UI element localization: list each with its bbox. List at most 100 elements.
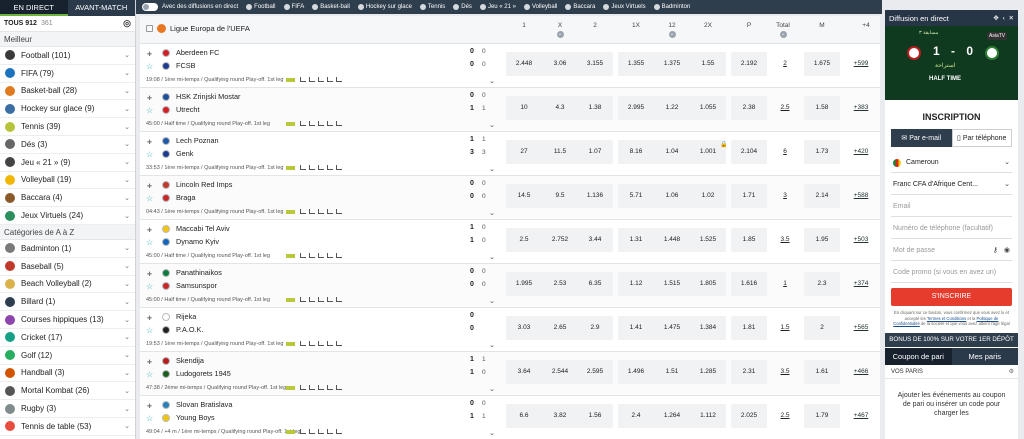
column-header[interactable]: 12 ⌄ (654, 22, 690, 38)
chart-icon[interactable] (309, 121, 315, 126)
chart-icon[interactable] (318, 165, 324, 170)
chart-icon[interactable] (300, 165, 306, 170)
chart-icon[interactable] (327, 297, 333, 302)
stats-bar-icon[interactable] (286, 210, 295, 214)
odds-button[interactable]: 1.95 (804, 228, 840, 252)
sidebar-item[interactable]: Jeux Virtuels (24) ⌄ (0, 207, 135, 225)
pin-icon[interactable]: ✚ (147, 139, 153, 146)
odds-button[interactable]: 1.07 (577, 140, 613, 164)
chart-icon[interactable] (309, 429, 315, 434)
home-team-name[interactable]: Aberdeen FC (176, 48, 219, 57)
odds-button[interactable]: 1.02 (690, 184, 726, 208)
tab-my-bets[interactable]: Mes paris (952, 348, 1019, 365)
odds-button[interactable]: 1.448 (654, 228, 690, 252)
odds-button[interactable]: 3.44 (577, 228, 613, 252)
away-team-name[interactable]: Dynamo Kyiv (176, 237, 219, 246)
stats-bar-icon[interactable] (286, 342, 295, 346)
odds-button[interactable]: 2.4 (618, 404, 654, 428)
sport-shortcut[interactable]: FIFA (283, 4, 304, 10)
odds-button[interactable]: 1.112 (690, 404, 726, 428)
chart-icon[interactable] (336, 121, 342, 126)
star-icon[interactable]: ☆ (146, 370, 153, 379)
away-team-name[interactable]: Young Boys (176, 413, 215, 422)
odds-button[interactable]: 6.6 (506, 404, 542, 428)
password-field[interactable]: Mot de passe ⚷ ◉ (891, 241, 1012, 261)
pin-icon[interactable]: ✚ (147, 403, 153, 410)
odds-button[interactable]: 2.65 (542, 316, 578, 340)
star-icon[interactable]: ☆ (146, 62, 153, 71)
odds-button[interactable]: 1.136 (577, 184, 613, 208)
register-button[interactable]: S'INSCRIRE (891, 288, 1012, 306)
sidebar-item[interactable]: Jeu « 21 » (9) ⌄ (0, 154, 135, 172)
stats-icons[interactable] (300, 121, 342, 126)
odds-button[interactable]: 2.595 (577, 360, 613, 384)
odds-button[interactable]: 1.5 (767, 316, 803, 340)
odds-button[interactable]: 1.375 (654, 52, 690, 76)
odds-button[interactable]: 2.31 (731, 360, 767, 384)
home-team-name[interactable]: HSK Zrinjski Mostar (176, 92, 240, 101)
more-markets-link[interactable]: +588 (846, 184, 876, 208)
stats-bar-icon[interactable] (286, 254, 295, 258)
away-team-name[interactable]: Samsunspor (176, 281, 217, 290)
stats-bar-icon[interactable] (286, 166, 295, 170)
pin-icon[interactable]: ✚ (147, 183, 153, 190)
star-icon[interactable]: ☆ (146, 282, 153, 291)
odds-button[interactable]: 1.73 (804, 140, 840, 164)
pin-icon[interactable]: ✚ (147, 315, 153, 322)
odds-button[interactable]: 1.675 (804, 52, 840, 76)
odds-button[interactable]: 8.16 (618, 140, 654, 164)
stats-icons[interactable] (300, 165, 342, 170)
odds-button[interactable]: 2.9 (577, 316, 613, 340)
odds-button[interactable]: 1.51 (654, 360, 690, 384)
sidebar-item[interactable]: Tennis de table (53) ⌄ (0, 418, 135, 436)
odds-button[interactable]: 1.61 (804, 360, 840, 384)
sport-shortcut[interactable]: Volleyball (523, 4, 557, 10)
chart-icon[interactable] (327, 77, 333, 82)
odds-button[interactable]: 2.5 (767, 404, 803, 428)
away-team-name[interactable]: Genk (176, 149, 193, 158)
chevron-down-icon[interactable]: ⌄ (489, 253, 495, 261)
odds-button[interactable]: 5.71 (618, 184, 654, 208)
chart-icon[interactable] (309, 165, 315, 170)
sidebar-item[interactable]: Rugby (3) ⌄ (0, 400, 135, 418)
more-markets-link[interactable]: +374 (846, 272, 876, 296)
more-markets-link[interactable]: +503 (846, 228, 876, 252)
chart-icon[interactable] (336, 341, 342, 346)
phone-field[interactable]: Numéro de téléphone (facultatif) (891, 219, 1012, 239)
chevron-down-icon[interactable]: ⌄ (489, 121, 495, 129)
odds-button[interactable]: 1.56 (577, 404, 613, 428)
odds-button[interactable]: 10 (506, 96, 542, 120)
odds-button[interactable]: 3.03 (506, 316, 542, 340)
odds-button[interactable]: 2.53 (542, 272, 578, 296)
column-header[interactable]: 2 (577, 22, 613, 29)
sidebar-item[interactable]: Cricket (17) ⌄ (0, 329, 135, 347)
stats-bar-icon[interactable] (286, 78, 295, 82)
odds-button[interactable]: 27 (506, 140, 542, 164)
chevron-down-icon[interactable]: ⌄ (489, 341, 495, 349)
odds-button[interactable]: 2.025 (731, 404, 767, 428)
odds-button[interactable]: 1.79 (804, 404, 840, 428)
odds-button[interactable]: 1.496 (618, 360, 654, 384)
star-icon[interactable]: ☆ (146, 238, 153, 247)
odds-button[interactable]: 1 (767, 272, 803, 296)
odds-button[interactable]: 1.55 (690, 52, 726, 76)
chart-icon[interactable] (327, 209, 333, 214)
stats-icons[interactable] (300, 341, 342, 346)
tab-bet-slip[interactable]: Coupon de pari (885, 347, 952, 365)
currency-select[interactable]: Franc CFA d'Afrique Cent... ⌄ (891, 175, 1012, 195)
odds-button[interactable]: 2.995 (618, 96, 654, 120)
odds-button[interactable]: 2.192 (731, 52, 767, 76)
chart-icon[interactable] (327, 165, 333, 170)
odds-button[interactable]: 1.355 (618, 52, 654, 76)
chevron-down-icon[interactable]: ⌄ (489, 429, 495, 437)
chart-icon[interactable] (336, 253, 342, 258)
gear-icon[interactable]: ⚙ (1009, 365, 1014, 378)
odds-button[interactable]: 1.995 (506, 272, 542, 296)
odds-button[interactable]: 2 (804, 316, 840, 340)
sidebar-item[interactable]: Basket-ball (28) ⌄ (0, 83, 135, 101)
odds-button[interactable]: 6.35 (577, 272, 613, 296)
odds-button[interactable]: 3.5 (767, 360, 803, 384)
stream-controls[interactable]: ✥ ‹ ✕ (993, 14, 1015, 22)
column-header[interactable]: P (731, 22, 767, 29)
stats-icons[interactable] (300, 77, 342, 82)
